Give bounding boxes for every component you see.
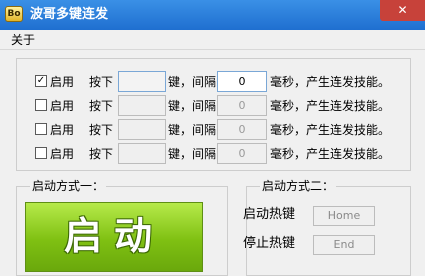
interval-suffix: 毫秒，产生连发技能。 (270, 75, 391, 89)
press-label: 按下 (89, 99, 114, 113)
hotkey-row-1: ✓ 启用 按下 键，间隔 0 毫秒，产生连发技能。 (0, 71, 425, 93)
key-input-3[interactable] (118, 119, 166, 140)
checkmark-icon: ✓ (36, 75, 46, 86)
interval-label: 键，间隔 (168, 147, 217, 161)
close-button[interactable]: ✕ (380, 0, 425, 21)
enable-label: 启用 (50, 99, 75, 113)
enable-label: 启用 (50, 75, 75, 89)
enable-label: 启用 (50, 123, 75, 137)
key-input-2[interactable] (118, 95, 166, 116)
app-icon: Bo (5, 6, 23, 22)
menu-bar: 关于 (0, 30, 425, 50)
interval-input-3[interactable]: 0 (217, 119, 267, 140)
start-mode-1-legend: 启动方式一： (30, 179, 107, 193)
stop-hotkey-field[interactable]: End (313, 235, 375, 255)
interval-suffix: 毫秒，产生连发技能。 (270, 99, 391, 113)
key-input-1[interactable] (118, 71, 166, 92)
start-hotkey-label: 启动热键 (243, 207, 296, 222)
press-label: 按下 (89, 147, 114, 161)
enable-label: 启用 (50, 147, 75, 161)
interval-suffix: 毫秒，产生连发技能。 (270, 123, 391, 137)
start-button-label: 启动 (63, 213, 164, 258)
key-input-4[interactable] (118, 143, 166, 164)
start-mode-2-group (246, 186, 411, 276)
hotkey-row-2: 启用 按下 键，间隔 0 毫秒，产生连发技能。 (0, 95, 425, 117)
hotkey-row-3: 启用 按下 键，间隔 0 毫秒，产生连发技能。 (0, 119, 425, 141)
interval-label: 键，间隔 (168, 99, 217, 113)
enable-checkbox-2[interactable] (35, 99, 47, 111)
interval-label: 键，间隔 (168, 123, 217, 137)
interval-input-1[interactable]: 0 (217, 71, 267, 92)
close-icon: ✕ (397, 3, 408, 17)
start-button[interactable]: 启动 (25, 202, 203, 272)
enable-checkbox-4[interactable] (35, 147, 47, 159)
interval-label: 键，间隔 (168, 75, 217, 89)
hotkey-row-4: 启用 按下 键，间隔 0 毫秒，产生连发技能。 (0, 143, 425, 165)
title-bar: Bo 波哥多键连发 ✕ (0, 0, 425, 30)
enable-checkbox-1[interactable]: ✓ (35, 75, 47, 87)
interval-input-2[interactable]: 0 (217, 95, 267, 116)
start-mode-2-legend: 启动方式二： (260, 179, 337, 193)
menu-item-about[interactable]: 关于 (11, 32, 35, 48)
interval-suffix: 毫秒，产生连发技能。 (270, 147, 391, 161)
interval-input-4[interactable]: 0 (217, 143, 267, 164)
start-hotkey-field[interactable]: Home (313, 206, 375, 226)
press-label: 按下 (89, 75, 114, 89)
enable-checkbox-3[interactable] (35, 123, 47, 135)
press-label: 按下 (89, 123, 114, 137)
window-title: 波哥多键连发 (30, 7, 109, 22)
stop-hotkey-label: 停止热键 (243, 236, 296, 251)
